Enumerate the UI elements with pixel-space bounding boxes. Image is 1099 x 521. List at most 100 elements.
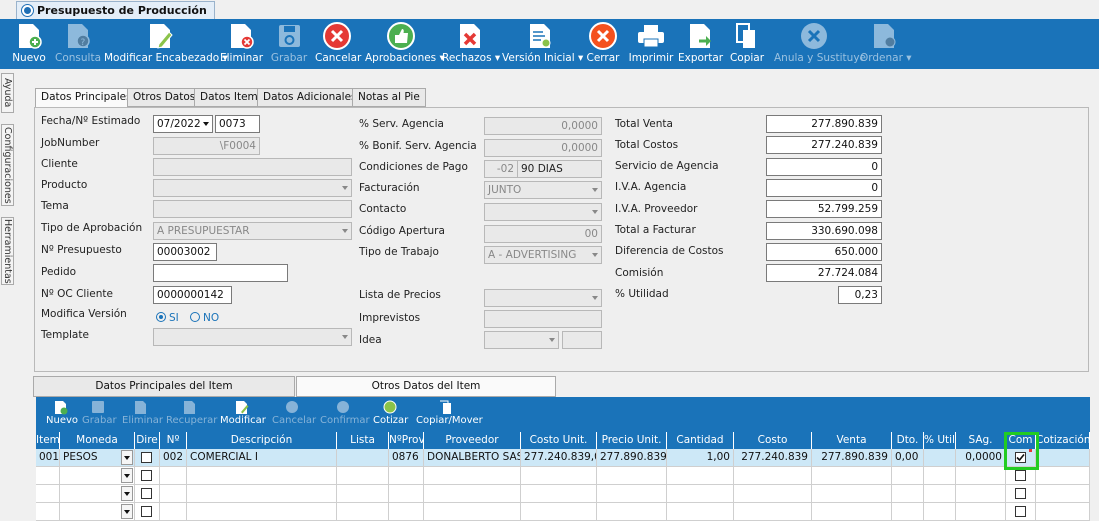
tab-datos-adicionales[interactable]: Datos Adicionales [257,88,363,107]
servicio-agencia-field: 0 [766,158,882,176]
tipo-trabajo-select[interactable]: A - ADVERTISING [484,246,602,264]
facturacion-select[interactable]: JUNTO [484,181,602,199]
radio-si[interactable]: SI [156,312,179,324]
col-header-util[interactable]: % Util [924,432,956,449]
fecha-label: Fecha/Nº Estimado [41,115,141,127]
pedido-field[interactable] [153,264,288,282]
table-row[interactable]: 001 PESOS 002 COMERCIAL I 0876 DONALBERT… [36,449,1090,467]
copy-icon [440,400,451,414]
side-tab-settings[interactable]: Configuraciones [1,124,14,206]
com-checkbox-checked[interactable] [1015,452,1026,463]
idea-select[interactable] [484,331,559,349]
condiciones-value: 90 DIAS [517,160,602,178]
tab-datos-principales-item[interactable]: Datos Principales del Item [33,376,295,397]
tab-notas-al-pie[interactable]: Notas al Pie [352,88,426,107]
col-header-nprov[interactable]: NºProv [389,432,424,449]
grid-recover-button[interactable]: Recuperar [166,399,217,426]
tab-otros-datos-item[interactable]: Otros Datos del Item [296,376,556,397]
moneda-dropdown-button[interactable] [121,468,133,483]
col-header-item[interactable]: Item [36,432,60,449]
template-select[interactable] [153,328,352,346]
dire-checkbox[interactable] [141,488,152,499]
print-button[interactable]: Imprimir [628,21,674,67]
col-header-dto[interactable]: Dto. [892,432,924,449]
copy-button[interactable]: Copiar [728,21,766,67]
moneda-dropdown-button[interactable] [121,450,133,465]
radio-no[interactable]: NO [190,312,219,324]
close-button[interactable]: Cerrar [584,21,622,67]
com-checkbox[interactable] [1015,506,1026,517]
new-button[interactable]: Nuevo [10,21,48,67]
delete-button[interactable]: Eliminar [220,21,264,67]
tab-datos-principales[interactable]: Datos Principales [35,88,138,108]
table-row[interactable] [36,485,1090,503]
grid-new-button[interactable]: Nuevo [46,399,78,426]
contacto-select[interactable] [484,203,602,221]
tab-otros-datos[interactable]: Otros Datos [127,88,202,107]
query-button[interactable]: ? Consulta [55,21,101,67]
table-row[interactable] [36,503,1090,521]
col-header-venta[interactable]: Venta [812,432,892,449]
delete-button-label: Eliminar [220,52,264,64]
col-header-cotizacion[interactable]: Cotización [1036,432,1090,449]
col-header-sag[interactable]: SAg. [956,432,1006,449]
side-tab-help[interactable]: Ayuda [1,73,14,113]
col-header-lista[interactable]: Lista [337,432,389,449]
initial-version-button[interactable]: Versión Inicial ▾ [502,21,583,67]
diferencia-label: Diferencia de Costos [615,245,724,257]
producto-select[interactable] [153,179,352,197]
lista-precios-select[interactable] [484,289,602,307]
cell-venta [812,467,892,485]
servicio-agencia-label: Servicio de Agencia [615,160,719,172]
document-tab[interactable]: Presupuesto de Producción [16,1,215,19]
side-tab-tools[interactable]: Herramientas [1,217,14,285]
save-disk-icon [92,401,104,413]
grid-cancel-button[interactable]: Cancelar [272,399,316,426]
grid-copy-move-button[interactable]: Copiar/Mover [416,399,483,426]
col-header-proveedor[interactable]: Proveedor [424,432,521,449]
save-button[interactable]: Grabar [270,21,308,67]
export-button[interactable]: Exportar [678,21,723,67]
edit-header-button[interactable]: Modificar Encabezado ▾ [104,21,228,67]
dire-checkbox[interactable] [141,470,152,481]
side-panel: Ayuda Configuraciones Herramientas [0,69,14,520]
tab-datos-item[interactable]: Datos Item [194,88,264,107]
tipo-aprobacion-select[interactable]: A PRESUPUESTAR [153,222,352,240]
rejections-button[interactable]: Rechazos ▾ [442,21,500,67]
approvals-button-label: Aprobaciones ▾ [365,52,445,64]
grid-save-button[interactable]: Grabar [82,399,117,426]
dire-checkbox[interactable] [141,452,152,463]
void-replace-button[interactable]: Anula y Sustituye [774,21,866,67]
com-checkbox[interactable] [1015,488,1026,499]
col-header-dire[interactable]: Dire [135,432,160,449]
grid-delete-button[interactable]: Eliminar [122,399,163,426]
cell-costo-unit [521,503,597,521]
col-header-precio-unit[interactable]: Precio Unit. [597,432,667,449]
cancel-button[interactable]: Cancelar [315,21,361,67]
col-header-moneda[interactable]: Moneda [60,432,135,449]
dire-checkbox[interactable] [141,506,152,517]
col-header-costo[interactable]: Costo [734,432,812,449]
presupuesto-field[interactable]: 00003002 [153,243,217,261]
col-header-numero[interactable]: Nº [160,432,187,449]
estimado-spinner[interactable]: 0073 [215,115,260,133]
codigo-apertura-label: Código Apertura [359,225,445,237]
table-row[interactable] [36,467,1090,485]
col-header-descripcion[interactable]: Descripción [187,432,337,449]
cell-nprov [389,485,424,503]
moneda-dropdown-button[interactable] [121,504,133,519]
com-checkbox[interactable] [1015,470,1026,481]
recover-document-icon [184,400,195,414]
oc-cliente-field[interactable]: 0000000142 [153,286,232,304]
moneda-dropdown-button[interactable] [121,486,133,501]
facturacion-value: JUNTO [488,184,522,196]
grid-modify-button[interactable]: Modificar [220,399,266,426]
grid-confirm-button[interactable]: Confirmar [320,399,370,426]
col-header-costo-unit[interactable]: Costo Unit. [521,432,597,449]
grid-quote-button[interactable]: Cotizar [373,399,408,426]
sort-button[interactable]: Ordenar ▾ [860,21,912,67]
fecha-select[interactable]: 07/2022 [153,115,213,133]
approvals-button[interactable]: Aprobaciones ▾ [365,21,445,67]
col-header-cantidad[interactable]: Cantidad [667,432,734,449]
cell-sag [956,503,1006,521]
